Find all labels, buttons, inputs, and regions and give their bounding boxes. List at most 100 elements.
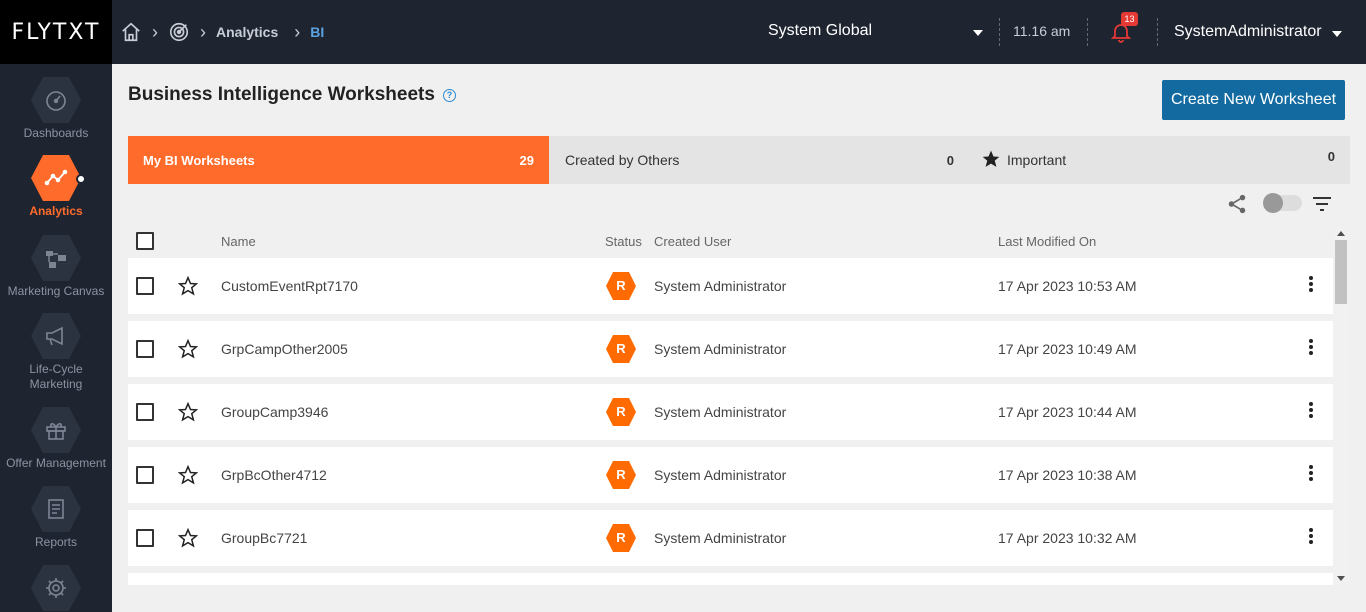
chevron-right-icon: › [200, 21, 206, 42]
worksheet-name[interactable]: GrpCampOther2005 [221, 341, 348, 357]
nav-hexagon [30, 312, 82, 360]
toggle-knob [1263, 193, 1283, 213]
star-outline-icon[interactable] [177, 338, 199, 362]
last-modified: 17 Apr 2023 10:38 AM [998, 467, 1137, 483]
created-user: System Administrator [654, 467, 787, 483]
divider [1087, 18, 1088, 46]
tab-count: 0 [946, 153, 954, 168]
help-icon[interactable]: ? [442, 88, 456, 102]
more-options-icon[interactable] [1306, 465, 1316, 485]
sidebar-item-marketing-canvas[interactable]: Marketing Canvas [0, 234, 112, 299]
clock: 11.16 am [1013, 23, 1071, 39]
nav-hexagon [30, 485, 82, 533]
table-scrollbar[interactable] [1333, 228, 1350, 585]
nav-hexagon [30, 76, 82, 124]
tab-count: 29 [519, 153, 534, 168]
status-badge: R [605, 460, 637, 490]
last-modified: 17 Apr 2023 10:44 AM [998, 404, 1137, 420]
worksheet-name[interactable]: GroupBc7721 [221, 530, 307, 546]
tab-my-bi-worksheets[interactable]: My BI Worksheets 29 [128, 136, 549, 184]
select-all-checkbox[interactable] [136, 232, 154, 250]
created-user: System Administrator [654, 404, 787, 420]
created-user: System Administrator [654, 278, 787, 294]
tab-label: My BI Worksheets [143, 152, 255, 168]
divider [1157, 18, 1158, 46]
view-toggle[interactable] [1263, 193, 1302, 213]
star-outline-icon[interactable] [177, 275, 199, 299]
row-checkbox[interactable] [136, 529, 154, 547]
active-indicator [76, 174, 86, 184]
row-checkbox[interactable] [136, 403, 154, 421]
breadcrumb-analytics[interactable]: Analytics [216, 24, 278, 40]
tab-created-by-others[interactable]: Created by Others 0 [549, 136, 969, 184]
worksheet-name[interactable]: GrpBcOther4712 [221, 467, 327, 483]
row-checkbox[interactable] [136, 466, 154, 484]
home-icon[interactable] [120, 21, 142, 43]
star-outline-icon[interactable] [177, 464, 199, 488]
divider [999, 18, 1000, 46]
table-row[interactable]: GroupCamp3946 R System Administrator 17 … [128, 384, 1333, 440]
scope-selector[interactable]: System Global [768, 22, 872, 40]
sidebar-item-label: Analytics [29, 204, 83, 218]
table-row[interactable]: GrpBcOther4712 R System Administrator 17… [128, 447, 1333, 503]
top-bar: FLYTXT › › Analytics › BI System Global … [0, 0, 1366, 64]
nav-hexagon [30, 564, 82, 612]
create-worksheet-button[interactable]: Create New Worksheet [1162, 80, 1345, 120]
column-header-name[interactable]: Name [221, 234, 256, 249]
more-options-icon[interactable] [1306, 402, 1316, 422]
table-row-partial[interactable] [128, 573, 1333, 585]
sidebar-item-life-cycle-marketing[interactable]: Life-Cycle Marketing [0, 312, 112, 392]
breadcrumb-current: BI [310, 24, 325, 40]
sidebar-item-label: Marketing Canvas [7, 284, 105, 298]
scroll-down-arrow[interactable] [1337, 576, 1345, 581]
tab-important[interactable]: Important 0 [969, 136, 1350, 184]
sidebar-item-settings[interactable] [0, 564, 112, 612]
caret-down-icon[interactable] [1332, 31, 1342, 37]
more-options-icon[interactable] [1306, 528, 1316, 548]
table-row[interactable]: CustomEventRpt7170 R System Administrato… [128, 258, 1333, 314]
share-icon[interactable] [1226, 192, 1248, 221]
row-checkbox[interactable] [136, 340, 154, 358]
target-icon[interactable] [168, 21, 190, 43]
status-badge: R [605, 397, 637, 427]
sidebar-item-label: Offer Management [6, 456, 106, 470]
breadcrumb: › › Analytics › BI [120, 20, 324, 44]
status-badge: R [605, 523, 637, 553]
caret-down-icon[interactable] [973, 30, 983, 36]
chevron-right-icon: › [294, 21, 301, 42]
more-options-icon[interactable] [1306, 276, 1316, 296]
table-row[interactable]: GrpCampOther2005 R System Administrator … [128, 321, 1333, 377]
filter-icon[interactable] [1312, 195, 1332, 218]
worksheet-name[interactable]: CustomEventRpt7170 [221, 278, 358, 294]
sidebar-item-label: Dashboards [23, 126, 89, 140]
star-outline-icon[interactable] [177, 527, 199, 551]
tab-count: 0 [1327, 149, 1335, 164]
scroll-up-arrow[interactable] [1337, 231, 1345, 236]
last-modified: 17 Apr 2023 10:49 AM [998, 341, 1137, 357]
sidebar-item-dashboards[interactable]: Dashboards [0, 76, 112, 141]
table-row[interactable]: GroupBc7721 R System Administrator 17 Ap… [128, 510, 1333, 566]
sidebar-item-reports[interactable]: Reports [0, 485, 112, 550]
tab-label: Important [1007, 152, 1067, 168]
last-modified: 17 Apr 2023 10:53 AM [998, 278, 1137, 294]
page-title-text: Business Intelligence Worksheets [128, 84, 435, 105]
sidebar-item-analytics[interactable]: Analytics [0, 154, 112, 219]
column-header-created-user[interactable]: Created User [654, 234, 731, 249]
page-title: Business Intelligence Worksheets ? [128, 84, 456, 106]
nav-hexagon [30, 154, 82, 202]
brand-logo[interactable]: FLYTXT [0, 0, 112, 64]
sidebar-item-label: Life-Cycle Marketing [29, 362, 83, 391]
scroll-thumb[interactable] [1335, 240, 1347, 304]
sidebar-item-offer-management[interactable]: Offer Management [0, 406, 112, 471]
chevron-right-icon: › [152, 21, 158, 42]
column-header-last-modified[interactable]: Last Modified On [998, 234, 1096, 249]
more-options-icon[interactable] [1306, 339, 1316, 359]
row-checkbox[interactable] [136, 277, 154, 295]
nav-hexagon [30, 406, 82, 454]
star-outline-icon[interactable] [177, 401, 199, 425]
worksheet-name[interactable]: GroupCamp3946 [221, 404, 328, 420]
tab-label: Created by Others [565, 152, 680, 168]
user-menu[interactable]: SystemAdministrator [1174, 23, 1322, 41]
column-header-status[interactable]: Status [605, 234, 642, 249]
star-filled-icon [981, 149, 1001, 172]
